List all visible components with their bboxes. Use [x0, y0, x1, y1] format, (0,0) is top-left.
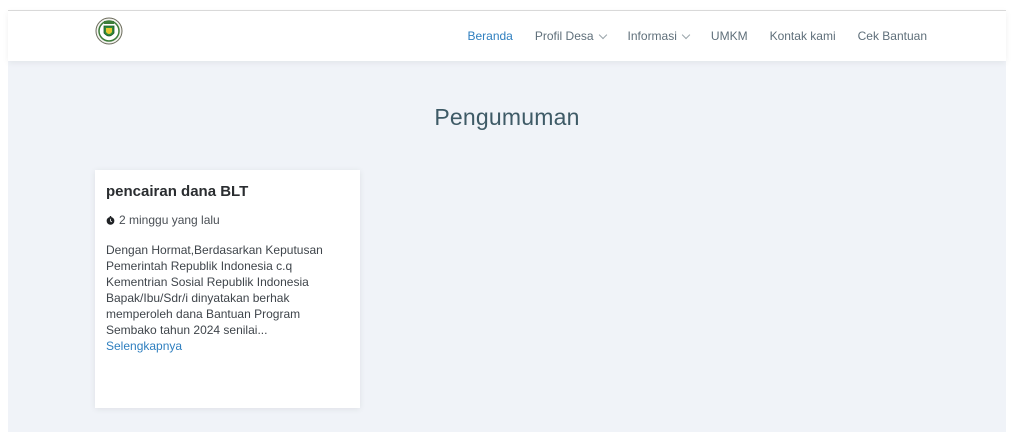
announcement-card: pencairan dana BLT 2 minggu yang lalu De… — [95, 170, 360, 408]
nav-item-cek-bantuan[interactable]: Cek Bantuan — [858, 29, 927, 43]
announcement-time: 2 minggu yang lalu — [106, 213, 220, 227]
announcement-excerpt-text: Dengan Hormat,Berdasarkan Keputusan Peme… — [106, 243, 323, 337]
read-more-link[interactable]: Selengkapnya — [106, 338, 346, 354]
nav-item-profil-desa[interactable]: Profil Desa — [534, 29, 607, 43]
page-frame: Beranda Profil Desa Informasi UMKM Konta… — [0, 0, 1013, 432]
announcement-time-text: 2 minggu yang lalu — [119, 213, 220, 227]
nav-item-kontak-kami[interactable]: Kontak kami — [770, 29, 836, 43]
nav-item-label: Profil Desa — [534, 29, 594, 43]
announcement-title[interactable]: pencairan dana BLT — [106, 183, 248, 200]
nav-item-label: Informasi — [627, 29, 677, 43]
nav-item-label: Kontak kami — [769, 29, 836, 43]
village-emblem-icon[interactable] — [95, 17, 123, 45]
nav-item-beranda[interactable]: Beranda — [467, 29, 512, 43]
page-title: Pengumuman — [434, 104, 580, 130]
chevron-down-icon — [681, 30, 691, 39]
nav-menu: Beranda Profil Desa Informasi UMKM Konta… — [445, 11, 927, 61]
nav-item-label: UMKM — [710, 29, 748, 43]
top-navbar: Beranda Profil Desa Informasi UMKM Konta… — [8, 10, 1006, 61]
nav-item-umkm[interactable]: UMKM — [711, 29, 748, 43]
chevron-down-icon — [598, 30, 607, 39]
nav-item-label: Cek Bantuan — [857, 29, 927, 43]
clock-icon — [106, 215, 115, 225]
announcements-section: Pengumuman pencairan dana BLT 2 minggu y… — [8, 60, 1006, 432]
announcement-excerpt: Dengan Hormat,Berdasarkan Keputusan Peme… — [106, 242, 346, 354]
nav-item-informasi[interactable]: Informasi — [627, 29, 691, 43]
nav-item-label: Beranda — [467, 29, 513, 43]
